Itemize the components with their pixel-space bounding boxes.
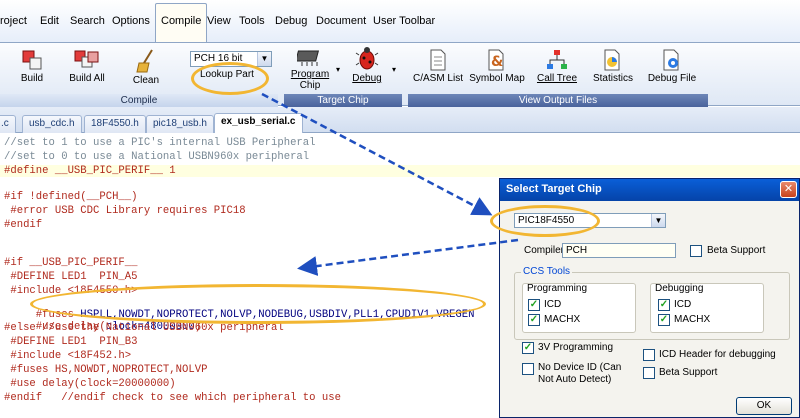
- arrow-chip-to-fuses: [297, 238, 519, 276]
- annotation-arrows: [261, 92, 519, 276]
- arrow-lookup-to-chip: [261, 92, 493, 216]
